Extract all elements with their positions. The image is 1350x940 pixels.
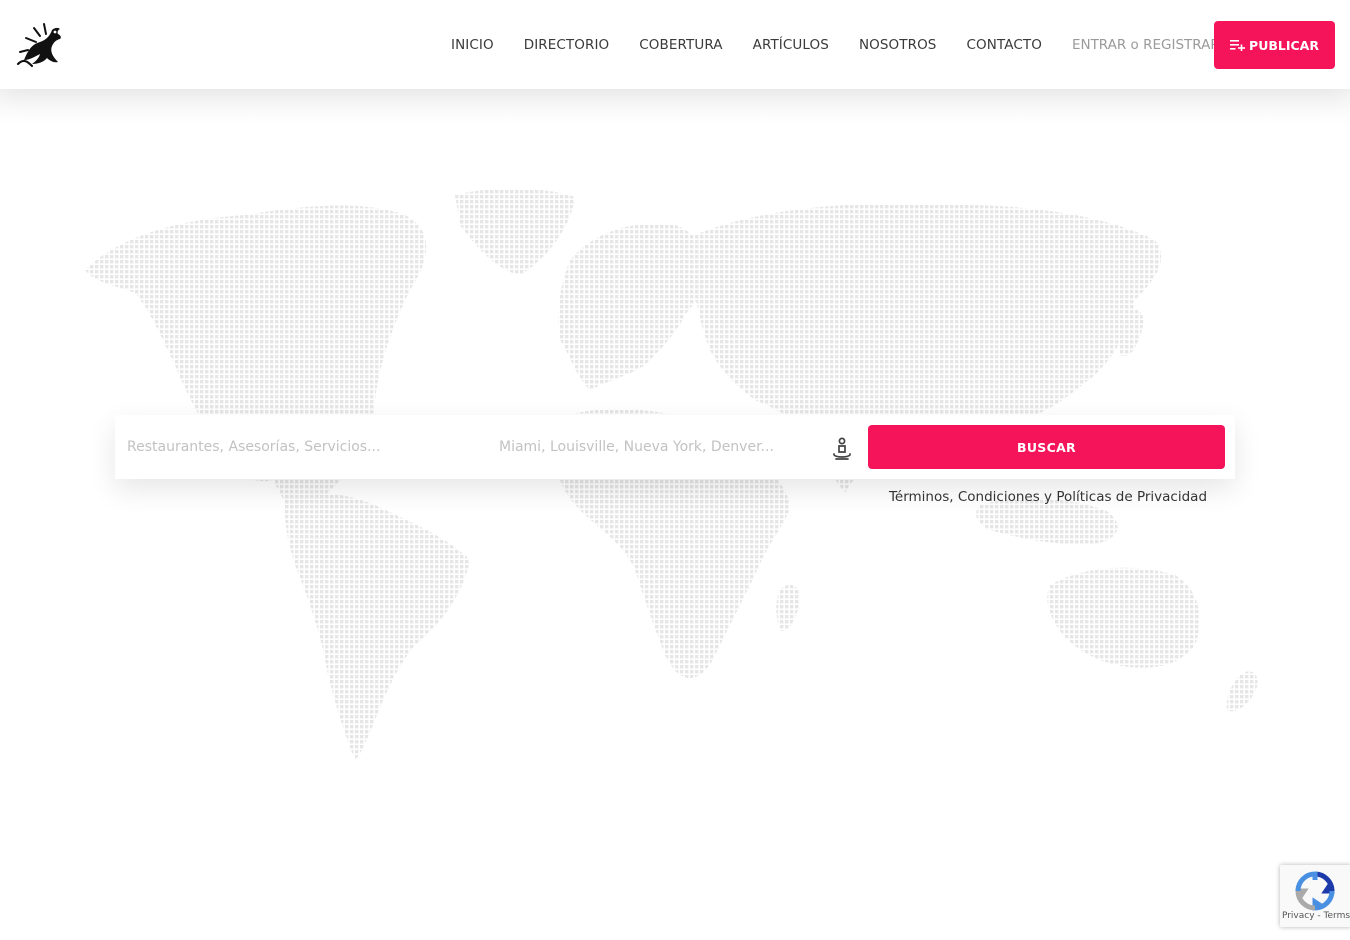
horse-logo-icon[interactable] bbox=[14, 18, 66, 70]
page: INICIO DIRECTORIO COBERTURA ARTÍCULOS NO… bbox=[0, 0, 1350, 940]
recaptcha-icon bbox=[1295, 871, 1335, 911]
site-header: INICIO DIRECTORIO COBERTURA ARTÍCULOS NO… bbox=[0, 0, 1350, 89]
nav-item-directorio[interactable]: DIRECTORIO bbox=[509, 37, 625, 53]
main-nav: INICIO DIRECTORIO COBERTURA ARTÍCULOS NO… bbox=[436, 0, 1252, 89]
recaptcha-separator: - bbox=[1314, 911, 1324, 921]
publish-label: PUBLICAR bbox=[1249, 37, 1319, 53]
recaptcha-badge[interactable]: Privacy - Terms bbox=[1280, 865, 1350, 927]
what-search-input[interactable] bbox=[125, 425, 475, 469]
header-shadow-band bbox=[0, 89, 1350, 127]
nav-item-nosotros[interactable]: NOSOTROS bbox=[844, 37, 952, 53]
nav-item-cobertura[interactable]: COBERTURA bbox=[624, 37, 737, 53]
publish-button[interactable]: PUBLICAR bbox=[1214, 21, 1335, 69]
nav-item-articulos[interactable]: ARTÍCULOS bbox=[738, 37, 844, 53]
person-pin-icon[interactable] bbox=[831, 437, 853, 461]
recaptcha-privacy-link[interactable]: Privacy bbox=[1282, 911, 1315, 921]
location-search-input[interactable] bbox=[497, 425, 827, 469]
search-bar: BUSCAR bbox=[115, 415, 1235, 479]
playlist-add-icon bbox=[1230, 40, 1246, 51]
terms-privacy-link[interactable]: Términos, Condiciones y Políticas de Pri… bbox=[880, 489, 1216, 505]
recaptcha-terms-link[interactable]: Terms bbox=[1324, 911, 1350, 921]
nav-item-contacto[interactable]: CONTACTO bbox=[951, 37, 1056, 53]
search-button[interactable]: BUSCAR bbox=[868, 425, 1225, 469]
recaptcha-links: Privacy - Terms bbox=[1280, 911, 1350, 921]
nav-item-inicio[interactable]: INICIO bbox=[436, 37, 509, 53]
